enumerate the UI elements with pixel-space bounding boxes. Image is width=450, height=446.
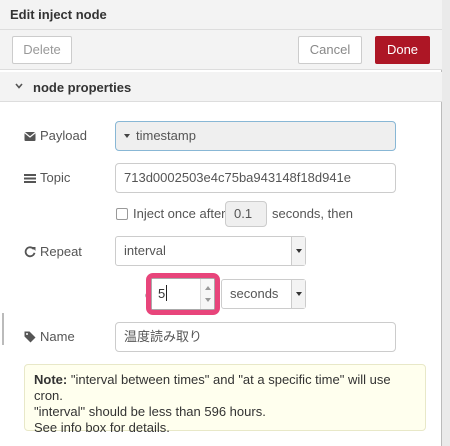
tasks-icon (24, 174, 36, 183)
interval-units-value: seconds (230, 286, 279, 301)
repeat-select-value: interval (124, 243, 166, 258)
payload-type-select[interactable]: timestamp (115, 121, 396, 151)
tray-header: Edit inject node (0, 0, 442, 30)
select-arrow-icon (291, 237, 305, 265)
repeat-icon (24, 246, 36, 258)
topic-label-text: Topic (40, 170, 71, 185)
note-line-2: "interval" should be less than 596 hours… (34, 404, 266, 419)
payload-label-text: Payload (40, 128, 87, 143)
cancel-button[interactable]: Cancel (298, 36, 362, 64)
topic-input[interactable]: 713d0002503e4c75ba943148f18d941e (115, 163, 396, 193)
delete-button[interactable]: Delete (12, 36, 72, 64)
tag-icon (24, 331, 36, 343)
resize-handle[interactable] (2, 313, 4, 345)
name-label-text: Name (40, 329, 75, 344)
envelope-icon (24, 132, 36, 141)
node-properties-header[interactable]: node properties (0, 72, 442, 102)
note-text-1: "interval between times" and "at a speci… (34, 372, 391, 403)
note-line-3: See info box for details. (34, 420, 170, 435)
edit-tray: Edit inject node Delete Cancel Done node… (0, 0, 442, 446)
inject-once-delay-input[interactable]: 0.1 (225, 201, 267, 227)
topic-label: Topic (24, 170, 70, 185)
done-button[interactable]: Done (375, 36, 430, 64)
repeat-label: Repeat (24, 244, 82, 259)
section-title: node properties (33, 80, 132, 95)
scroll-gutter (442, 0, 450, 446)
name-input[interactable]: 温度読み取り (115, 322, 396, 352)
repeat-select[interactable]: interval (115, 236, 306, 266)
chevron-down-icon (15, 83, 23, 89)
payload-type-value: timestamp (136, 128, 196, 143)
note-line-1: Note: "interval between times" and "at a… (34, 372, 416, 404)
select-arrow-icon (291, 280, 305, 308)
inject-once-label: Inject once after (133, 206, 226, 221)
note-prefix: Note: (34, 372, 68, 387)
note-box: Note: "interval between times" and "at a… (24, 364, 426, 435)
tray-title: Edit inject node (10, 7, 107, 22)
inject-once-suffix: seconds, then (272, 206, 353, 221)
name-label: Name (24, 329, 75, 344)
repeat-label-text: Repeat (40, 244, 82, 259)
inject-once-checkbox[interactable] (116, 208, 128, 220)
caret-down-icon (124, 134, 130, 138)
interval-units-select[interactable]: seconds (221, 279, 306, 309)
highlight-box (146, 273, 220, 315)
payload-label: Payload (24, 128, 87, 143)
